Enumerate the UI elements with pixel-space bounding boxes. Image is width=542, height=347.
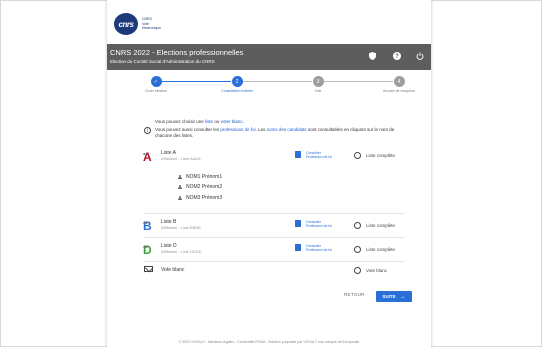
- logo-mark: cnrs: [114, 13, 138, 35]
- next-button[interactable]: SUITE →: [376, 291, 412, 302]
- radio-blank-vote[interactable]: [354, 267, 361, 274]
- candidate-name: NOM1 Prénom1: [186, 174, 223, 180]
- consult-line: Profession de foi: [306, 155, 333, 159]
- shield-icon[interactable]: [369, 52, 376, 62]
- person-icon: [177, 185, 182, 190]
- radio-list-d[interactable]: [354, 246, 361, 253]
- progress-stepper: ✓ Choix élection 2 Consultation bulletin…: [107, 76, 431, 106]
- intro-text: ou: [214, 119, 220, 124]
- logo-caption: CNRS Vote électronique: [142, 17, 161, 31]
- intro-link-professions[interactable]: professions de foi: [220, 127, 255, 132]
- divider: [143, 213, 405, 214]
- intro-link-blanc[interactable]: voter blanc: [221, 119, 243, 124]
- step-label: Consultation bulletin: [221, 89, 253, 93]
- consult-label: Consulter Profession de foi: [306, 220, 332, 228]
- consult-line: Profession de foi: [306, 224, 333, 228]
- candidate-name: NOM3 Prénom3: [186, 195, 223, 201]
- radio-label: Liste complète: [366, 153, 396, 158]
- document-icon: [295, 244, 301, 251]
- intro-line-1: Vous pouvez choisir une liste ou voter b…: [155, 119, 244, 125]
- consult-line: Profession de foi: [306, 248, 333, 252]
- consult-profession-a[interactable]: Consulter Profession de foi: [295, 151, 332, 159]
- power-icon[interactable]: [416, 52, 424, 62]
- voting-card: cnrs CNRS Vote électronique CNRS 2022 - …: [107, 0, 431, 347]
- list-b-logo: ᴥᴥ B: [143, 219, 155, 233]
- intro-text: . Les: [255, 127, 266, 132]
- step-choix-election: ✓ Choix élection: [126, 76, 186, 93]
- intro-link-candidats[interactable]: noms des candidats: [267, 127, 307, 132]
- people-icon: ᴥᴥ: [143, 151, 148, 156]
- list-affiliation: Affiliation : Liste BBBB: [161, 225, 201, 230]
- document-icon: [295, 220, 301, 227]
- people-icon: ᴥᴥ: [143, 220, 148, 225]
- person-icon: [177, 175, 182, 180]
- step-number: 4: [393, 76, 405, 87]
- info-icon: i: [144, 127, 151, 134]
- cnrs-logo: cnrs CNRS Vote électronique: [114, 12, 161, 36]
- radio-label: Vote blanc: [366, 268, 388, 273]
- footer: © 2022 VOXALY - Mentions légales - Confo…: [178, 340, 360, 344]
- svg-text:?: ?: [395, 54, 399, 60]
- intro-text: Vous pouvez aussi consulter les: [155, 127, 220, 132]
- step-number: 3: [312, 76, 324, 87]
- consult-profession-b[interactable]: Consulter Profession de foi: [295, 220, 332, 228]
- list-row-d[interactable]: ᴥᴥ D Liste D Affiliation : Liste DDDD Co…: [143, 243, 403, 259]
- list-affiliation: Affiliation : Liste AAAA: [161, 156, 201, 161]
- intro-text: .: [242, 119, 244, 124]
- consult-profession-d[interactable]: Consulter Profession de foi: [295, 244, 332, 252]
- document-icon: [295, 151, 301, 158]
- radio-label: Liste complète: [366, 223, 396, 228]
- person-icon: [177, 196, 182, 201]
- step-consultation-bulletin: 2 Consultation bulletin: [207, 76, 267, 93]
- radio-label: Liste complète: [366, 247, 396, 252]
- list-d-logo: ᴥᴥ D: [143, 243, 155, 257]
- list-row-b[interactable]: ᴥᴥ B Liste B Affiliation : Liste BBBB Co…: [143, 219, 403, 235]
- step-number: 2: [231, 76, 243, 87]
- step-label: Accusé de réception: [383, 89, 415, 93]
- divider: [143, 261, 405, 262]
- list-affiliation: Affiliation : Liste DDDD: [161, 249, 202, 254]
- people-icon: ᴥᴥ: [143, 244, 148, 249]
- election-subtitle: Election du Comité Social d'Administrati…: [110, 59, 215, 64]
- blank-vote-label[interactable]: Vote blanc: [161, 267, 184, 273]
- radio-list-b[interactable]: [354, 222, 361, 229]
- intro-line-2: Vous pouvez aussi consulter les professi…: [155, 127, 407, 133]
- intro-text: sont consultables en cliquant sur le nom…: [307, 127, 395, 132]
- back-button[interactable]: RETOUR: [344, 292, 365, 297]
- intro-link-liste[interactable]: liste: [205, 119, 213, 124]
- next-label: SUITE: [382, 294, 396, 299]
- divider: [143, 237, 405, 238]
- list-a-logo: ᴥᴥ A: [143, 150, 155, 164]
- intro-text: Vous pouvez choisir une: [155, 119, 204, 124]
- election-title: CNRS 2022 - Elections professionnelles: [110, 48, 244, 57]
- consult-label: Consulter Profession de foi: [306, 151, 332, 159]
- logo-caption-line: électronique: [142, 26, 162, 31]
- step-label: Vote: [314, 89, 322, 93]
- step-vote: 3 Vote: [288, 76, 348, 93]
- election-banner: CNRS 2022 - Elections professionnelles E…: [107, 44, 431, 70]
- step-accuse-reception: 4 Accusé de réception: [369, 76, 429, 93]
- envelope-icon: [144, 266, 153, 272]
- help-icon[interactable]: ?: [393, 52, 401, 62]
- consult-label: Consulter Profession de foi: [306, 244, 332, 252]
- radio-list-a[interactable]: [354, 152, 361, 159]
- arrow-right-icon: →: [399, 293, 406, 300]
- candidate-name: NOM2 Prénom2: [186, 184, 223, 190]
- list-row-a[interactable]: ᴥᴥ A Liste A Affiliation : Liste AAAA Co…: [143, 150, 403, 170]
- step-check-icon: ✓: [150, 76, 162, 87]
- intro-line-3: chacune des listes.: [155, 133, 194, 138]
- step-label: Choix élection: [145, 89, 167, 93]
